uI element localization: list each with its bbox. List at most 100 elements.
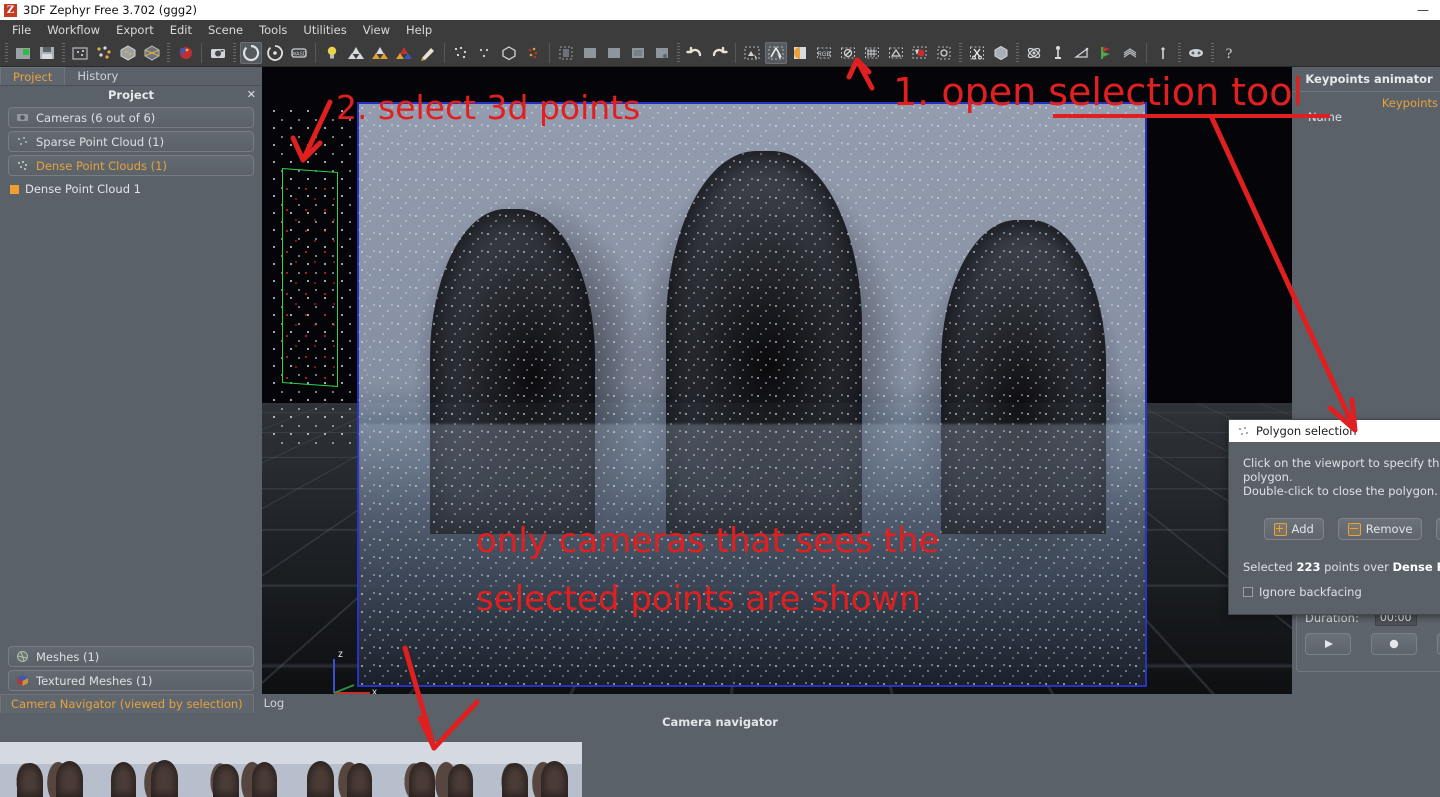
rotate-icon[interactable] bbox=[264, 42, 286, 64]
select-photo-icon[interactable] bbox=[741, 42, 763, 64]
plane-icon[interactable] bbox=[579, 42, 601, 64]
flag-icon[interactable] bbox=[1095, 42, 1117, 64]
add-button[interactable]: Add bbox=[1264, 518, 1324, 540]
project-panel: Project History Project ✕ Cameras (6 out… bbox=[0, 67, 262, 694]
layers-icon[interactable] bbox=[1119, 42, 1141, 64]
scissors-icon[interactable] bbox=[966, 42, 988, 64]
group-meshes[interactable]: Meshes (1) bbox=[8, 646, 254, 667]
tab-camera-navigator[interactable]: Camera Navigator (viewed by selection) bbox=[0, 694, 254, 713]
mesh-icon[interactable] bbox=[141, 42, 163, 64]
checkbox-box[interactable] bbox=[1243, 587, 1253, 597]
undo-icon[interactable] bbox=[684, 42, 706, 64]
atom-icon[interactable] bbox=[1023, 42, 1045, 64]
camera-thumbnail[interactable] bbox=[291, 742, 388, 797]
toolbar-separator bbox=[1016, 43, 1019, 63]
angle-icon[interactable] bbox=[1071, 42, 1093, 64]
colored-icon[interactable] bbox=[393, 42, 415, 64]
polygon-selection-dialog: Polygon selection Click on the viewport … bbox=[1228, 419, 1440, 615]
menu-tools[interactable]: Tools bbox=[251, 20, 295, 40]
measure-icon[interactable] bbox=[1047, 42, 1069, 64]
toolbar-separator bbox=[1211, 43, 1214, 63]
group-cameras-label: Cameras (6 out of 6) bbox=[36, 111, 155, 125]
menu-export[interactable]: Export bbox=[108, 20, 162, 40]
light-icon[interactable] bbox=[321, 42, 343, 64]
close-icon[interactable]: ✕ bbox=[247, 86, 256, 104]
tab-log[interactable]: Log bbox=[254, 694, 295, 713]
import-photos-icon[interactable] bbox=[69, 42, 91, 64]
contrast-icon[interactable] bbox=[789, 42, 811, 64]
paint-icon[interactable] bbox=[417, 42, 439, 64]
group-sparse-point-cloud[interactable]: Sparse Point Cloud (1) bbox=[8, 131, 254, 152]
tab-project[interactable]: Project bbox=[0, 67, 65, 85]
group-cameras[interactable]: Cameras (6 out of 6) bbox=[8, 107, 254, 128]
camera-thumbnail[interactable] bbox=[485, 742, 582, 797]
save-project-icon[interactable] bbox=[36, 42, 58, 64]
toolbar-separator bbox=[959, 43, 962, 63]
points-sparse-icon[interactable] bbox=[474, 42, 496, 64]
group-textured-meshes[interactable]: Textured Meshes (1) bbox=[8, 670, 254, 691]
menu-utilities[interactable]: Utilities bbox=[295, 20, 354, 40]
volume-icon[interactable] bbox=[990, 42, 1012, 64]
remove-button[interactable]: Remove bbox=[1338, 518, 1423, 540]
menu-view[interactable]: View bbox=[355, 20, 398, 40]
camera-thumbnail[interactable] bbox=[194, 742, 291, 797]
polygon-selection-icon bbox=[1237, 425, 1250, 438]
add-button-label: Add bbox=[1292, 522, 1314, 536]
project-panel-title: Project bbox=[108, 88, 154, 102]
list-item[interactable]: Dense Point Cloud 1 bbox=[0, 179, 262, 199]
play-button[interactable] bbox=[1305, 633, 1351, 655]
record-button[interactable] bbox=[1371, 633, 1417, 655]
dense-cloud-icon[interactable] bbox=[117, 42, 139, 64]
menu-help[interactable]: Help bbox=[398, 20, 440, 40]
pan-icon[interactable]: WASD bbox=[288, 42, 310, 64]
grid-icon[interactable] bbox=[861, 42, 883, 64]
new-project-icon[interactable] bbox=[12, 42, 34, 64]
camera-thumbnail[interactable] bbox=[97, 742, 194, 797]
camera-thumbnail[interactable] bbox=[388, 742, 485, 797]
menu-edit[interactable]: Edit bbox=[162, 20, 200, 40]
square-corner-icon[interactable] bbox=[651, 42, 673, 64]
orbit-icon[interactable] bbox=[240, 42, 262, 64]
mask-icon[interactable] bbox=[1185, 42, 1207, 64]
textured-mesh-icon[interactable] bbox=[174, 42, 196, 64]
tab-history[interactable]: History bbox=[65, 67, 130, 85]
bottom-panel-tabs: Camera Navigator (viewed by selection) L… bbox=[0, 694, 1440, 713]
square-icon[interactable] bbox=[603, 42, 625, 64]
square-shadow-icon[interactable] bbox=[627, 42, 649, 64]
camera-thumbnail-strip[interactable] bbox=[0, 742, 582, 797]
triangles-icon[interactable] bbox=[345, 42, 367, 64]
3d-viewport[interactable]: z x y bbox=[262, 67, 1292, 694]
camera-frame-icon[interactable] bbox=[933, 42, 955, 64]
keypoints-subtitle: Keypoints bbox=[1292, 96, 1440, 110]
menu-file[interactable]: File bbox=[4, 20, 39, 40]
points-icon[interactable] bbox=[450, 42, 472, 64]
shaded-icon[interactable] bbox=[369, 42, 391, 64]
redo-icon[interactable] bbox=[708, 42, 730, 64]
menu-bar: File Workflow Export Edit Scene Tools Ut… bbox=[0, 20, 1440, 40]
wrench-icon[interactable] bbox=[1152, 42, 1174, 64]
selection-tool-icon[interactable] bbox=[765, 42, 787, 64]
minimize-button[interactable]: — bbox=[1406, 0, 1440, 20]
replace-button[interactable] bbox=[1436, 518, 1440, 540]
ignore-backfacing-checkbox[interactable]: Ignore backfacing bbox=[1243, 585, 1440, 599]
app-logo-icon: Z bbox=[4, 4, 17, 17]
camera-thumbnail[interactable] bbox=[0, 742, 97, 797]
bbox-icon[interactable] bbox=[498, 42, 520, 64]
toolbar-separator bbox=[677, 43, 680, 63]
triangle-select-icon[interactable] bbox=[885, 42, 907, 64]
dialog-title-bar[interactable]: Polygon selection bbox=[1229, 420, 1440, 442]
nocolor-icon[interactable] bbox=[837, 42, 859, 64]
sparse-cloud-icon[interactable] bbox=[93, 42, 115, 64]
menu-scene[interactable]: Scene bbox=[200, 20, 251, 40]
group-dense-point-clouds[interactable]: Dense Point Clouds (1) bbox=[8, 155, 254, 176]
camera-select-icon[interactable] bbox=[909, 42, 931, 64]
camera-icon[interactable] bbox=[207, 42, 229, 64]
sparse-cloud-icon bbox=[16, 135, 29, 148]
minus-square-icon bbox=[1348, 523, 1361, 536]
help-icon[interactable]: ? bbox=[1218, 42, 1240, 64]
dense-points-icon[interactable] bbox=[522, 42, 544, 64]
dense-point-cloud-1-label: Dense Point Cloud 1 bbox=[25, 182, 141, 196]
crop-icon[interactable] bbox=[555, 42, 577, 64]
rgb-icon[interactable]: RGB bbox=[813, 42, 835, 64]
menu-workflow[interactable]: Workflow bbox=[39, 20, 108, 40]
